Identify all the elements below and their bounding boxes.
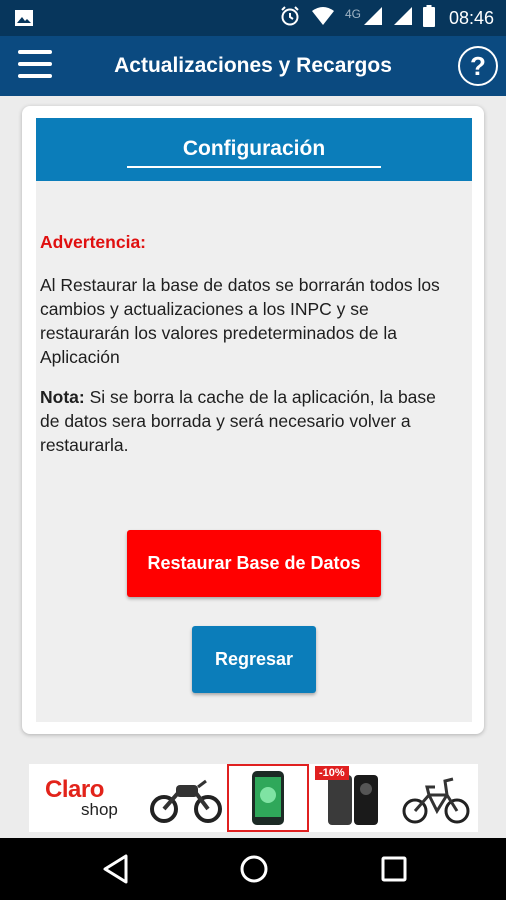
note-body: Si se borra la cache de la aplicación, l… <box>40 387 436 455</box>
signal-icon <box>393 6 413 31</box>
battery-icon <box>422 4 435 32</box>
network-type: 4G <box>344 7 361 21</box>
warning-text: Al Restaurar la base de datos se borrará… <box>40 275 440 367</box>
section-title: Configuración <box>182 137 326 160</box>
discount-badge: -10% <box>315 766 349 780</box>
back-icon[interactable] <box>98 851 134 887</box>
note-label: Nota: <box>40 387 85 407</box>
app-bar: Actualizaciones y Recargos ? <box>0 36 506 96</box>
motorcycle-image[interactable] <box>145 764 227 832</box>
image-icon <box>14 8 34 33</box>
section-underline <box>127 166 381 168</box>
clock: 08:46 <box>448 7 494 28</box>
ad-brand-bottom: shop <box>81 800 118 819</box>
electric-bicycle-image[interactable] <box>395 764 477 832</box>
ad-banner[interactable]: Claro shop -10% <box>29 764 478 832</box>
wifi-icon <box>311 6 335 31</box>
page-title: Actualizaciones y Recargos <box>114 54 392 77</box>
alarm-icon <box>279 5 301 32</box>
smartphone-pair-image[interactable]: -10% <box>311 764 393 832</box>
note-text: Nota: Si se borra la cache de la aplicac… <box>40 385 460 457</box>
home-icon[interactable] <box>236 851 272 887</box>
status-bar: 4G 08:46 <box>0 0 506 36</box>
smartphone-image[interactable] <box>227 764 309 832</box>
config-panel: Configuración Advertencia: Al Restaurar … <box>36 118 472 722</box>
restore-database-button[interactable]: Restaurar Base de Datos <box>127 530 381 597</box>
recents-icon[interactable] <box>376 851 412 887</box>
warning-title: Advertencia: <box>40 232 147 252</box>
signal-icon <box>363 6 383 31</box>
claro-shop-logo[interactable]: Claro shop <box>29 764 143 832</box>
system-nav-bar <box>0 838 506 900</box>
help-button[interactable]: ? <box>458 46 498 86</box>
back-button[interactable]: Regresar <box>192 626 316 693</box>
config-card: Configuración Advertencia: Al Restaurar … <box>22 106 484 734</box>
section-header: Configuración <box>36 118 472 181</box>
